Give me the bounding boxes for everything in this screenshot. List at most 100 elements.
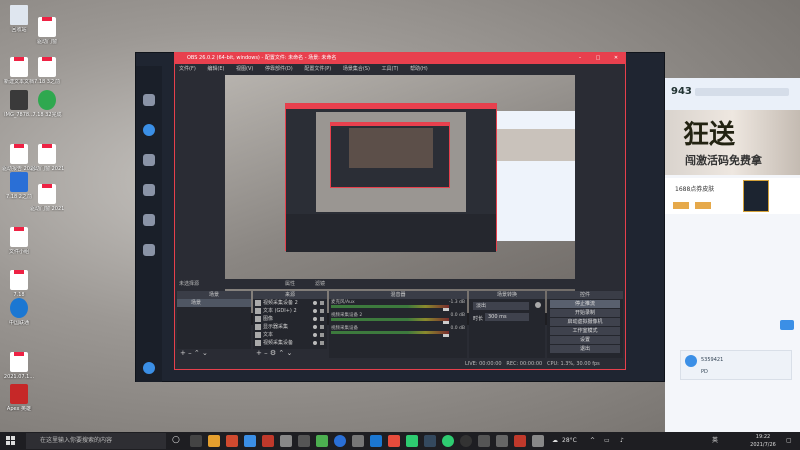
volume-icon[interactable]: ♪ xyxy=(620,432,624,450)
tray-chevron-icon[interactable]: ^ xyxy=(590,432,595,450)
eye-icon[interactable] xyxy=(313,325,317,329)
close-button[interactable]: ✕ xyxy=(607,53,625,64)
eye-icon[interactable] xyxy=(313,333,317,337)
maximize-button[interactable]: □ xyxy=(589,53,607,64)
user-avatar-icon[interactable] xyxy=(139,362,159,375)
menu-scene-collection[interactable]: 场景集合(S) xyxy=(343,66,370,72)
task-view-icon[interactable]: ○ xyxy=(172,435,184,447)
shop-icon[interactable] xyxy=(139,244,159,257)
settings-button[interactable]: 设置 xyxy=(550,336,620,344)
lock-icon[interactable] xyxy=(320,309,324,313)
scene-item[interactable]: 场景 xyxy=(177,299,251,307)
taskbar-app-icon[interactable] xyxy=(388,435,400,447)
transition-select[interactable]: 淡出 xyxy=(473,302,529,310)
lock-icon[interactable] xyxy=(320,317,324,321)
add-icon[interactable]: + xyxy=(180,349,186,357)
eye-icon[interactable] xyxy=(313,301,317,305)
lock-icon[interactable] xyxy=(320,301,324,305)
menu-profile[interactable]: 配置文件(P) xyxy=(304,66,331,72)
desktop-file-icon[interactable]: 驱动门窗 2021.07... xyxy=(30,172,64,212)
menu-file[interactable]: 文件(F) xyxy=(179,66,196,72)
lock-icon[interactable] xyxy=(320,325,324,329)
clock[interactable]: 19:22 2021/7/26 xyxy=(746,433,780,449)
virtual-camera-button[interactable]: 启动虚拟摄像机 xyxy=(550,318,620,326)
taskbar-app-icon[interactable] xyxy=(406,435,418,447)
menu-docks[interactable]: 停靠部件(D) xyxy=(265,66,293,72)
duration-input[interactable]: 300 ms xyxy=(485,313,529,321)
folder-icon[interactable]: 文件小组 xyxy=(2,215,36,255)
chat-bubble-icon[interactable] xyxy=(780,320,794,330)
apex-legends-icon[interactable]: Apex 英雄 xyxy=(2,384,36,412)
stop-streaming-button[interactable]: 停止推流 xyxy=(550,300,620,308)
studio-mode-button[interactable]: 工作室模式 xyxy=(550,327,620,335)
remove-icon[interactable]: – xyxy=(264,349,268,357)
network-icon[interactable]: ▭ xyxy=(604,432,610,450)
minimize-button[interactable]: – xyxy=(571,53,589,64)
desktop-file-icon[interactable]: 驱动门窗 xyxy=(30,5,64,45)
shield-icon[interactable] xyxy=(139,154,159,167)
notification-icon[interactable]: ▢ xyxy=(786,432,792,450)
eye-icon[interactable] xyxy=(313,317,317,321)
obs-icon[interactable] xyxy=(460,435,472,447)
menu-tools[interactable]: 工具(T) xyxy=(382,66,399,72)
taskbar-app-icon[interactable] xyxy=(478,435,490,447)
move-up-icon[interactable]: ⌃ xyxy=(278,349,284,357)
start-recording-button[interactable]: 开始录制 xyxy=(550,309,620,317)
desktop-file-icon[interactable]: 7.18 xyxy=(2,258,36,298)
taskbar-app-icon[interactable] xyxy=(352,435,364,447)
lock-icon[interactable] xyxy=(320,333,324,337)
obs-titlebar[interactable]: OBS 26.0.2 (64-bit, windows) - 配置文件: 未命名… xyxy=(175,53,625,64)
taskbar-app-icon[interactable] xyxy=(280,435,292,447)
source-item[interactable]: 文本 xyxy=(253,331,327,339)
tools-icon[interactable] xyxy=(139,214,159,227)
lock-icon[interactable] xyxy=(320,341,324,345)
taskbar-app-icon[interactable] xyxy=(298,435,310,447)
volume-slider[interactable] xyxy=(443,308,449,311)
exit-button[interactable]: 退出 xyxy=(550,345,620,353)
menu-edit[interactable]: 编辑(E) xyxy=(207,66,224,72)
remove-icon[interactable]: – xyxy=(188,349,192,357)
menu-view[interactable]: 视图(V) xyxy=(236,66,253,72)
filters-button[interactable]: 滤镜 xyxy=(315,279,325,289)
item-card[interactable]: 1688点券皮肤 xyxy=(665,178,800,214)
taskbar-app-icon[interactable] xyxy=(316,435,328,447)
taskbar-app-icon[interactable] xyxy=(244,435,256,447)
home-icon[interactable] xyxy=(139,94,159,107)
source-item[interactable]: 显示器采集 xyxy=(253,323,327,331)
gear-icon[interactable] xyxy=(535,302,541,308)
taskbar-app-icon[interactable] xyxy=(262,435,274,447)
taskbar-app-icon[interactable] xyxy=(226,435,238,447)
volume-slider[interactable] xyxy=(443,334,449,337)
source-item[interactable]: 视频采集设备 2 xyxy=(253,299,327,307)
desktop-file-icon[interactable]: 7.18 3之前 xyxy=(30,45,64,85)
desktop-file-icon[interactable]: 驱动门窗 2021070... xyxy=(30,132,64,172)
archive-icon[interactable]: 7.18 32完成 xyxy=(30,90,64,118)
input-language[interactable]: 英 xyxy=(712,432,718,450)
move-down-icon[interactable]: ⌄ xyxy=(202,349,208,357)
weather-icon[interactable]: ☁ xyxy=(552,432,558,450)
file-explorer-icon[interactable] xyxy=(208,435,220,447)
add-icon[interactable]: + xyxy=(256,349,262,357)
taskbar-app-icon[interactable] xyxy=(532,435,544,447)
network-icon[interactable]: 中国联通 xyxy=(2,298,36,326)
taskbar-app-icon[interactable] xyxy=(190,435,202,447)
promo-banner[interactable]: 狂送 闯激活码免费拿 xyxy=(665,110,800,175)
gear-icon[interactable]: ⚙ xyxy=(270,349,276,357)
taskbar-app-icon[interactable] xyxy=(514,435,526,447)
user-card[interactable]: 5359421 PD xyxy=(680,350,792,380)
properties-button[interactable]: 属性 xyxy=(285,279,295,289)
speed-icon[interactable] xyxy=(139,124,159,137)
eye-icon[interactable] xyxy=(313,341,317,345)
taskbar-app-icon[interactable] xyxy=(424,435,436,447)
move-up-icon[interactable]: ⌃ xyxy=(194,349,200,357)
game-icon[interactable] xyxy=(139,184,159,197)
volume-slider[interactable] xyxy=(443,321,449,324)
taskbar-app-icon[interactable] xyxy=(370,435,382,447)
taskbar-app-icon[interactable] xyxy=(496,435,508,447)
source-item[interactable]: 图像 xyxy=(253,315,327,323)
source-item[interactable]: 文本 (GDI+) 2 xyxy=(253,307,327,315)
menu-help[interactable]: 帮助(H) xyxy=(410,66,428,72)
eye-icon[interactable] xyxy=(313,309,317,313)
browser-icon[interactable] xyxy=(334,435,346,447)
taskbar-search-input[interactable]: 在这里输入你要搜索的内容 xyxy=(26,433,166,449)
